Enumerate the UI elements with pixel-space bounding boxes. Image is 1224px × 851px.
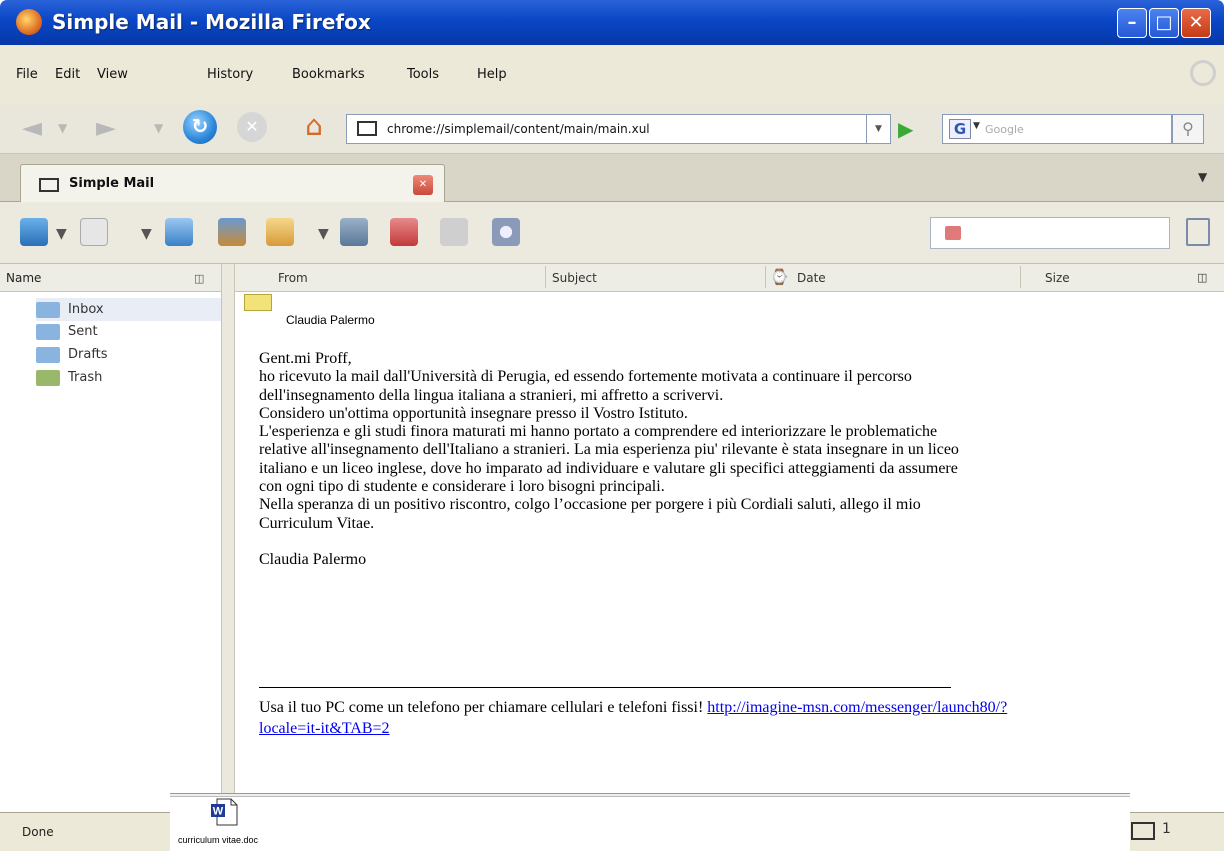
tab-simple-mail[interactable]: Simple Mail ✕ (20, 164, 445, 202)
back-button[interactable]: ◄ (22, 113, 42, 143)
stop-button[interactable]: ✕ (237, 112, 267, 142)
settings-gear-icon[interactable] (492, 218, 520, 246)
folder-label: Sent (68, 324, 98, 339)
print-icon[interactable] (440, 218, 468, 246)
go-button[interactable]: ▶ (898, 115, 922, 143)
compose-dropdown-icon[interactable]: ▼ (141, 226, 152, 242)
folder-icon (36, 302, 60, 318)
trash-icon (36, 370, 60, 386)
forward-history-dropdown-icon[interactable]: ▼ (154, 121, 163, 135)
status-text: Done (22, 825, 54, 839)
column-separator[interactable] (545, 266, 546, 288)
tab-list-dropdown-icon[interactable]: ▼ (1198, 170, 1207, 184)
compose-icon[interactable] (80, 218, 108, 246)
forward-button[interactable]: ► (96, 113, 116, 143)
menu-tools[interactable]: Tools (407, 67, 439, 82)
signature-separator (259, 687, 951, 688)
column-from[interactable]: From (278, 271, 308, 285)
layout-toggle-icon[interactable] (1186, 218, 1210, 246)
message-row[interactable] (235, 292, 1224, 310)
reload-button[interactable]: ↻ (183, 110, 217, 144)
folder-label: Trash (68, 370, 103, 385)
folder-inbox[interactable]: Inbox (36, 298, 221, 321)
attachment-name[interactable]: curriculum vitae.doc (178, 835, 258, 845)
word-document-icon[interactable]: W (209, 797, 239, 827)
search-engine-dropdown-icon[interactable]: ▼ (973, 121, 980, 131)
forward-dropdown-icon[interactable]: ▼ (318, 226, 329, 242)
google-icon[interactable]: G (949, 119, 971, 139)
search-magnifier-icon[interactable]: ⚲ (1172, 114, 1204, 144)
folder-trash[interactable]: Trash (36, 366, 221, 389)
column-date[interactable]: Date (797, 271, 826, 285)
home-button[interactable]: ⌂ (296, 109, 332, 143)
pane-splitter[interactable] (221, 264, 235, 812)
archive-icon[interactable] (340, 218, 368, 246)
menu-view[interactable]: View (97, 67, 128, 82)
minimize-button[interactable]: – (1117, 8, 1147, 38)
throbber-icon (1190, 60, 1216, 86)
message-footer: Usa il tuo PC come un telefono per chiam… (259, 697, 1019, 739)
menu-history[interactable]: History (207, 67, 253, 82)
reply-all-icon[interactable] (218, 218, 246, 246)
firefox-logo-icon (16, 9, 42, 35)
column-picker-icon[interactable]: ◫ (194, 272, 204, 285)
column-separator[interactable] (765, 266, 766, 288)
folder-icon (36, 347, 60, 363)
tab-close-icon[interactable]: ✕ (413, 175, 433, 195)
folder-sent[interactable]: Sent (36, 320, 221, 343)
footer-text: Usa il tuo PC come un telefono per chiam… (259, 699, 708, 716)
svg-text:W: W (213, 806, 224, 818)
unread-count: 1 (1162, 821, 1171, 837)
folder-label: Inbox (68, 302, 104, 317)
search-placeholder: Google (985, 123, 1024, 136)
mail-envelope-icon (357, 121, 377, 136)
menu-bookmarks[interactable]: Bookmarks (292, 67, 365, 82)
message-list-header (235, 264, 1224, 292)
column-size[interactable]: Size (1045, 271, 1070, 285)
column-separator[interactable] (1020, 266, 1021, 288)
get-mail-dropdown-icon[interactable]: ▼ (56, 226, 67, 242)
message-body: Gent.mi Proff, ho ricevuto la mail dall'… (259, 350, 1219, 570)
menu-file[interactable]: File (16, 67, 38, 82)
save-icon[interactable] (390, 218, 418, 246)
mail-search-input[interactable] (930, 217, 1170, 249)
close-button[interactable]: ✕ (1181, 8, 1211, 38)
mail-status-icon[interactable] (1131, 822, 1155, 840)
folder-label: Drafts (68, 347, 108, 362)
folder-column-name[interactable]: Name (6, 271, 41, 285)
attachment-paperclip-icon[interactable]: ⌚ (770, 268, 789, 286)
mail-envelope-icon (39, 178, 59, 192)
tab-label: Simple Mail (69, 176, 155, 191)
folder-drafts[interactable]: Drafts (36, 343, 221, 366)
back-history-dropdown-icon[interactable]: ▼ (58, 121, 67, 135)
mail-unread-icon (244, 294, 272, 311)
menu-help[interactable]: Help (477, 67, 507, 82)
column-subject[interactable]: Subject (552, 271, 597, 285)
search-bar[interactable]: G ▼ Google (942, 114, 1172, 144)
window-title: Simple Mail - Mozilla Firefox (52, 10, 371, 34)
attachment-pane (170, 797, 1130, 851)
url-bar[interactable]: chrome://simplemail/content/main/main.xu… (346, 114, 891, 144)
maximize-button[interactable]: □ (1149, 8, 1179, 38)
url-dropdown-icon[interactable]: ▼ (866, 114, 891, 144)
menu-edit[interactable]: Edit (55, 67, 80, 82)
forward-mail-icon[interactable] (266, 218, 294, 246)
reply-icon[interactable] (165, 218, 193, 246)
get-mail-icon[interactable] (20, 218, 48, 246)
menu-bar (0, 45, 1224, 105)
message-body-text: Gent.mi Proff, ho ricevuto la mail dall'… (259, 350, 959, 569)
search-filter-icon (945, 226, 961, 240)
url-text: chrome://simplemail/content/main/main.xu… (387, 122, 650, 136)
message-from: Claudia Palermo (286, 313, 375, 327)
folder-icon (36, 324, 60, 340)
column-picker-icon[interactable]: ◫ (1197, 271, 1207, 284)
